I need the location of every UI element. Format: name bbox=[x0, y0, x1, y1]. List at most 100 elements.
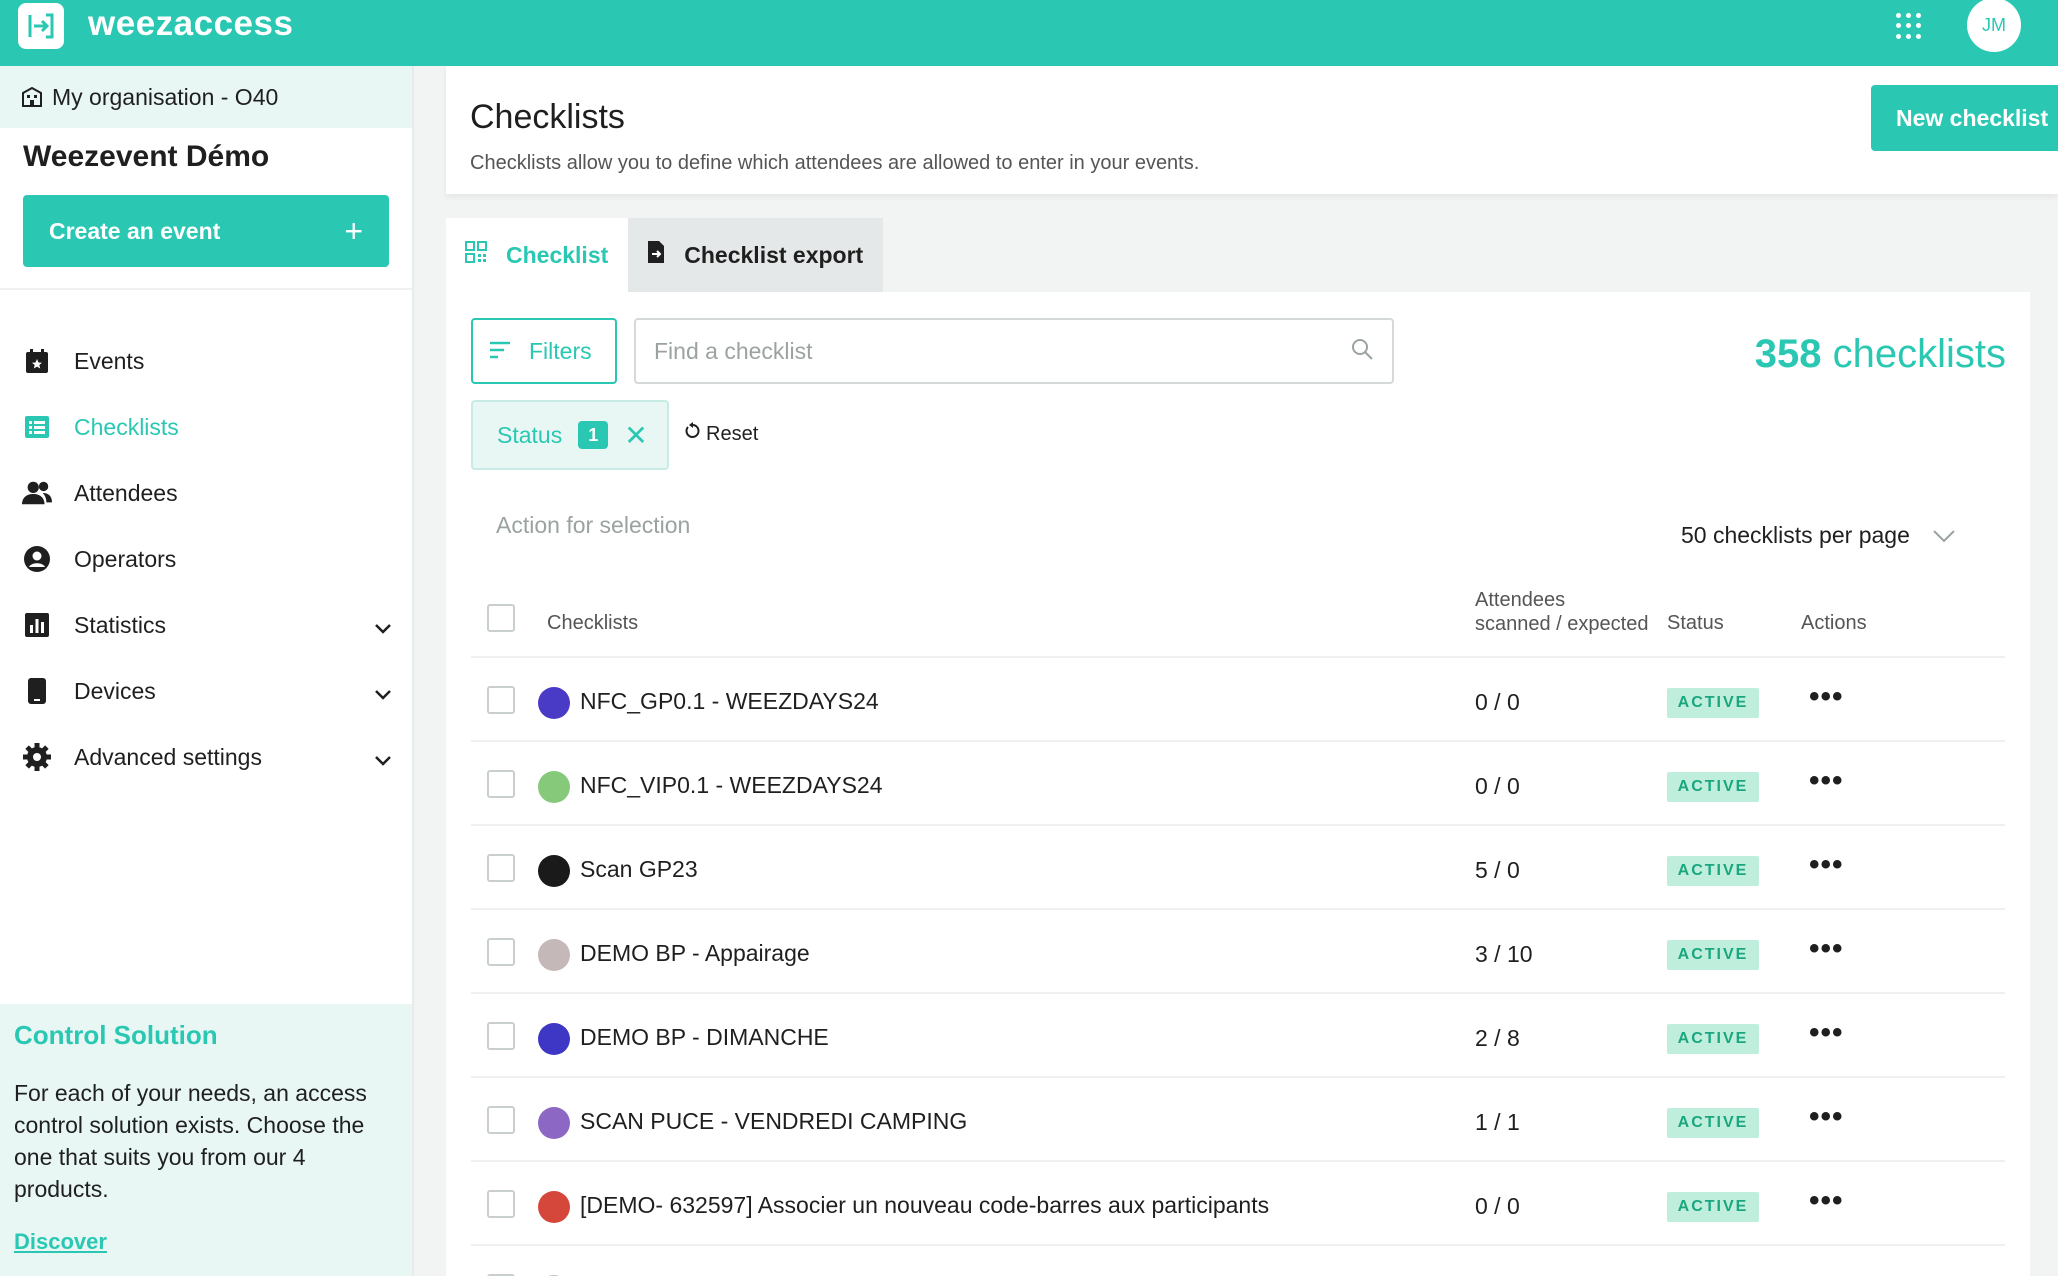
checklist-name[interactable]: Scan GP23 bbox=[580, 856, 698, 883]
color-dot bbox=[538, 1107, 570, 1139]
app-logo[interactable] bbox=[18, 3, 64, 49]
status-badge: ACTIVE bbox=[1667, 940, 1759, 970]
tab-label: Checklist export bbox=[684, 241, 864, 268]
color-dot bbox=[538, 1191, 570, 1223]
action-for-selection[interactable]: Action for selection bbox=[496, 512, 690, 539]
checklist-name[interactable]: [DEMO- 632597] Associer un nouveau code-… bbox=[580, 1192, 1269, 1219]
sidebar: My organisation - O40 Weezevent Démo Cre… bbox=[0, 66, 414, 1276]
color-dot bbox=[538, 939, 570, 971]
more-actions-icon[interactable]: ••• bbox=[1809, 1268, 1844, 1276]
attendees-count: 1 / 1 bbox=[1475, 1109, 1520, 1135]
color-dot bbox=[538, 1023, 570, 1055]
column-header-status: Status bbox=[1667, 612, 1724, 634]
bar-chart-icon bbox=[22, 610, 52, 640]
row-checkbox[interactable] bbox=[487, 938, 515, 966]
user-circle-icon bbox=[22, 544, 52, 574]
status-badge: ACTIVE bbox=[1667, 856, 1759, 886]
checklist-count: 358 checklists bbox=[1755, 332, 2006, 377]
count-unit: checklists bbox=[1832, 332, 2006, 376]
filters-label: Filters bbox=[529, 337, 592, 364]
sidebar-item-attendees[interactable]: Attendees bbox=[22, 460, 392, 526]
status-badge: ACTIVE bbox=[1667, 1024, 1759, 1054]
sidebar-item-events[interactable]: Events bbox=[22, 328, 392, 394]
promo-title: Control Solution bbox=[14, 1020, 218, 1050]
table-row[interactable]: DEMO BP - Appairage 3 / 10 ACTIVE ••• bbox=[471, 910, 2005, 994]
sidebar-item-advanced-settings[interactable]: Advanced settings bbox=[22, 724, 392, 790]
select-all-checkbox[interactable] bbox=[487, 604, 515, 632]
chevron-down-icon[interactable] bbox=[374, 680, 392, 707]
discover-link[interactable]: Discover bbox=[14, 1229, 398, 1255]
checklist-name[interactable]: NFC_GP0.1 - WEEZDAYS24 bbox=[580, 688, 879, 715]
status-badge: ACTIVE bbox=[1667, 1108, 1759, 1138]
apps-grid-icon[interactable] bbox=[1896, 13, 1922, 39]
more-actions-icon[interactable]: ••• bbox=[1809, 1184, 1844, 1218]
row-checkbox[interactable] bbox=[487, 686, 515, 714]
create-event-button[interactable]: Create an event + bbox=[23, 195, 389, 267]
row-checkbox[interactable] bbox=[487, 770, 515, 798]
filter-lines-icon bbox=[489, 338, 511, 365]
table-row[interactable]: NFC_VIP0.1 - WEEZDAYS24 0 / 0 ACTIVE ••• bbox=[471, 742, 2005, 826]
reset-button[interactable]: Reset bbox=[684, 422, 758, 446]
column-header-attendees: Attendees scanned / expected bbox=[1475, 588, 1648, 636]
chevron-down-icon[interactable] bbox=[374, 614, 392, 641]
close-icon[interactable]: ✕ bbox=[624, 419, 647, 452]
sidebar-nav: Events Checklists Attendees Operators St… bbox=[22, 328, 392, 790]
login-arrow-icon bbox=[28, 13, 54, 39]
table-row[interactable]: DEMO BP - DIMANCHE 2 / 8 ACTIVE ••• bbox=[471, 994, 2005, 1078]
row-checkbox[interactable] bbox=[487, 1190, 515, 1218]
sidebar-item-statistics[interactable]: Statistics bbox=[22, 592, 392, 658]
row-checkbox[interactable] bbox=[487, 854, 515, 882]
more-actions-icon[interactable]: ••• bbox=[1809, 1100, 1844, 1134]
avatar[interactable]: JM bbox=[1967, 0, 2021, 52]
page-header: Checklists Checklists allow you to defin… bbox=[446, 66, 2058, 194]
checklist-name[interactable]: NFC_VIP0.1 - WEEZDAYS24 bbox=[580, 772, 883, 799]
status-filter-chip[interactable]: Status 1 ✕ bbox=[471, 400, 669, 470]
page-title: Checklists bbox=[470, 98, 625, 136]
tab-checklist-export[interactable]: Checklist export bbox=[628, 218, 884, 292]
brand-name: weezaccess bbox=[88, 4, 294, 43]
reset-icon bbox=[684, 422, 702, 446]
attendees-count: 3 / 10 bbox=[1475, 941, 1533, 967]
tabs: Checklist Checklist export bbox=[446, 218, 884, 292]
per-page-select[interactable]: 50 checklists per page bbox=[1681, 522, 1956, 549]
tab-checklist[interactable]: Checklist bbox=[446, 218, 629, 292]
sidebar-item-label: Devices bbox=[74, 677, 156, 704]
search-input[interactable] bbox=[654, 337, 1350, 365]
more-actions-icon[interactable]: ••• bbox=[1809, 1016, 1844, 1050]
more-actions-icon[interactable]: ••• bbox=[1809, 848, 1844, 882]
filters-button[interactable]: Filters bbox=[471, 318, 617, 384]
qr-code-icon bbox=[464, 240, 488, 270]
status-badge: ACTIVE bbox=[1667, 1192, 1759, 1222]
more-actions-icon[interactable]: ••• bbox=[1809, 680, 1844, 714]
sidebar-item-devices[interactable]: Devices bbox=[22, 658, 392, 724]
table-row[interactable]: Scan GP23 5 / 0 ACTIVE ••• bbox=[471, 826, 2005, 910]
search-icon[interactable] bbox=[1350, 337, 1374, 366]
sidebar-item-operators[interactable]: Operators bbox=[22, 526, 392, 592]
organisation-selector[interactable]: My organisation - O40 bbox=[0, 66, 412, 128]
table-row[interactable]: SCAN PUCE - VENDREDI CAMPING 1 / 1 ACTIVE •… bbox=[471, 1078, 2005, 1162]
more-actions-icon[interactable]: ••• bbox=[1809, 932, 1844, 966]
row-checkbox[interactable] bbox=[487, 1106, 515, 1134]
color-dot bbox=[538, 687, 570, 719]
row-checkbox[interactable] bbox=[487, 1022, 515, 1050]
table-row[interactable]: NFC_GP0.1 - WEEZDAYS24 0 / 0 ACTIVE ••• bbox=[471, 658, 2005, 742]
sidebar-item-label: Checklists bbox=[74, 413, 179, 440]
gear-icon bbox=[22, 742, 52, 772]
attendees-header-line2: scanned / expected bbox=[1475, 613, 1649, 635]
color-dot bbox=[538, 771, 570, 803]
checklist-name[interactable]: DEMO BP - DIMANCHE bbox=[580, 1024, 829, 1051]
new-checklist-button[interactable]: New checklist + bbox=[1871, 85, 2058, 151]
table-row[interactable]: [DEMO - 632597] Condition sur un champ d… bbox=[471, 1246, 2005, 1276]
people-icon bbox=[22, 478, 52, 508]
table-row[interactable]: [DEMO- 632597] Associer un nouveau code-… bbox=[471, 1162, 2005, 1246]
reset-label: Reset bbox=[706, 422, 759, 445]
sidebar-item-checklists[interactable]: Checklists bbox=[22, 394, 392, 460]
promo-text: For each of your needs, an access contro… bbox=[14, 1080, 367, 1202]
file-export-icon bbox=[646, 240, 666, 270]
checklist-name[interactable]: SCAN PUCE - VENDREDI CAMPING bbox=[580, 1108, 967, 1135]
attendees-count: 5 / 0 bbox=[1475, 857, 1520, 883]
search-field[interactable] bbox=[634, 318, 1394, 384]
checklist-name[interactable]: DEMO BP - Appairage bbox=[580, 940, 810, 967]
more-actions-icon[interactable]: ••• bbox=[1809, 764, 1844, 798]
chevron-down-icon[interactable] bbox=[374, 746, 392, 773]
